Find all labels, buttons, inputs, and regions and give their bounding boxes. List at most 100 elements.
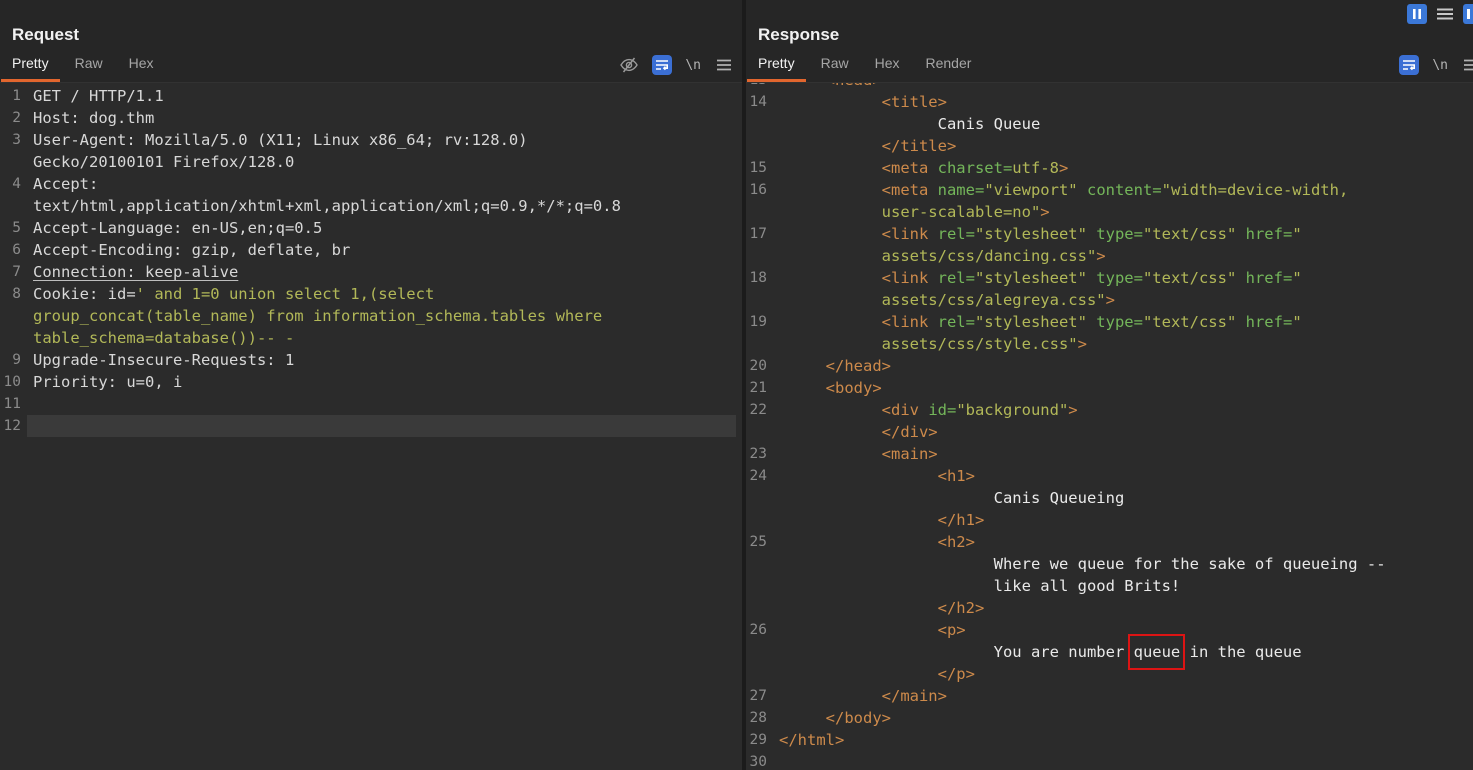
request-editor[interactable]: 1GET / HTTP/1.12Host: dog.thm3User-Agent… — [0, 83, 742, 770]
line-number — [746, 421, 773, 443]
code-segment: Accept: — [33, 175, 98, 193]
code-line: Upgrade-Insecure-Requests: 1 — [27, 349, 736, 371]
request-tab-hex[interactable]: Hex — [118, 52, 165, 82]
line-number — [746, 663, 773, 685]
line-number — [0, 151, 27, 173]
code-row: 25 <h2> — [746, 531, 1473, 553]
code-row: 15 <meta charset=utf-8> — [746, 157, 1473, 179]
code-segment: <link — [779, 313, 938, 331]
response-tabs: PrettyRawHexRender — [747, 52, 982, 82]
line-number: 13 — [746, 83, 773, 91]
code-segment: </h1> — [779, 511, 984, 529]
code-segment: Host: dog.thm — [33, 109, 154, 127]
newline-toggle[interactable]: \n — [1432, 58, 1448, 73]
line-number — [0, 305, 27, 327]
code-segment: ' and 1=0 union select 1,(select — [136, 285, 435, 303]
window-controls — [1407, 4, 1473, 24]
response-tab-pretty[interactable]: Pretty — [747, 52, 806, 82]
word-wrap-icon[interactable] — [1399, 55, 1419, 75]
code-segment: "background" — [956, 401, 1068, 419]
code-line: Accept-Encoding: gzip, deflate, br — [27, 239, 736, 261]
code-segment: "text/css" — [1143, 269, 1236, 287]
code-line: Canis Queue — [773, 113, 1467, 135]
intercept-pause-icon[interactable] — [1407, 4, 1427, 24]
code-segment: " — [1292, 225, 1301, 243]
response-tab-render[interactable]: Render — [915, 52, 983, 82]
code-line: </main> — [773, 685, 1467, 707]
code-line: Priority: u=0, i — [27, 371, 736, 393]
code-line: assets/css/dancing.css"> — [773, 245, 1467, 267]
code-line: Host: dog.thm — [27, 107, 736, 129]
request-toolbar: \n — [619, 55, 734, 75]
code-segment: type= — [1096, 269, 1143, 287]
line-number — [746, 575, 773, 597]
menu-icon[interactable] — [1461, 55, 1473, 75]
code-segment: assets/css/style.css" — [779, 335, 1078, 353]
code-line: </head> — [773, 355, 1467, 377]
code-segment: <head> — [779, 83, 882, 89]
code-segment: utf-8 — [1012, 159, 1059, 177]
line-number: 23 — [746, 443, 773, 465]
menu-icon[interactable] — [714, 55, 734, 75]
code-row: group_concat(table_name) from informatio… — [0, 305, 742, 327]
code-segment: </body> — [779, 709, 891, 727]
code-segment: table_schema=database())-- - — [33, 329, 294, 347]
code-row: user-scalable=no"> — [746, 201, 1473, 223]
code-row: Gecko/20100101 Firefox/128.0 — [0, 151, 742, 173]
clipped-toolbar-icon[interactable] — [1463, 4, 1473, 24]
code-line: <head> — [773, 83, 1467, 91]
code-row: 21 <body> — [746, 377, 1473, 399]
code-segment: charset= — [938, 159, 1013, 177]
line-number: 5 — [0, 217, 27, 239]
newline-toggle[interactable]: \n — [685, 58, 701, 73]
code-segment: <body> — [779, 379, 882, 397]
line-number: 11 — [0, 393, 27, 415]
code-line: </h2> — [773, 597, 1467, 619]
code-line: like all good Brits! — [773, 575, 1467, 597]
code-segment: id= — [928, 401, 956, 419]
line-number — [746, 333, 773, 355]
line-number: 9 — [0, 349, 27, 371]
code-line: <main> — [773, 443, 1467, 465]
code-segment: text/html,application/xhtml+xml,applicat… — [33, 197, 621, 215]
code-segment: > — [1078, 335, 1087, 353]
line-number: 3 — [0, 129, 27, 151]
code-segment — [1236, 269, 1245, 287]
response-tab-hex[interactable]: Hex — [864, 52, 911, 82]
hide-eye-icon[interactable] — [619, 55, 639, 75]
response-editor[interactable]: 13 <head>14 <title> Canis Queue </title>… — [746, 83, 1473, 770]
code-segment: "viewport" — [984, 181, 1077, 199]
line-number: 16 — [746, 179, 773, 201]
line-number: 18 — [746, 267, 773, 289]
request-tab-raw[interactable]: Raw — [64, 52, 114, 82]
line-number: 24 — [746, 465, 773, 487]
code-row: 10Priority: u=0, i — [0, 371, 742, 393]
red-highlight-box: queue — [1134, 643, 1181, 661]
code-row: 24 <h1> — [746, 465, 1473, 487]
code-segment: Gecko/20100101 Firefox/128.0 — [33, 153, 294, 171]
code-segment: "text/css" — [1143, 225, 1236, 243]
line-number: 19 — [746, 311, 773, 333]
word-wrap-icon[interactable] — [652, 55, 672, 75]
code-segment: <meta — [779, 159, 938, 177]
layout-menu-icon[interactable] — [1435, 4, 1455, 24]
code-row: </h1> — [746, 509, 1473, 531]
code-row: 18 <link rel="stylesheet" type="text/css… — [746, 267, 1473, 289]
response-tab-raw[interactable]: Raw — [810, 52, 860, 82]
code-segment — [1078, 181, 1087, 199]
line-number: 29 — [746, 729, 773, 751]
request-tab-pretty[interactable]: Pretty — [1, 52, 60, 82]
code-row: text/html,application/xhtml+xml,applicat… — [0, 195, 742, 217]
code-segment — [1087, 225, 1096, 243]
code-line: Connection: keep-alive — [27, 261, 736, 283]
code-row: Where we queue for the sake of queueing … — [746, 553, 1473, 575]
line-number — [746, 641, 773, 663]
code-segment: " — [1292, 313, 1301, 331]
code-line: User-Agent: Mozilla/5.0 (X11; Linux x86_… — [27, 129, 736, 151]
code-row: 13 <head> — [746, 83, 1473, 91]
code-line: You are number queue in the queue — [773, 641, 1467, 663]
line-number — [746, 245, 773, 267]
response-header: Response PrettyRawHexRender \n — [746, 0, 1473, 83]
code-row: 9Upgrade-Insecure-Requests: 1 — [0, 349, 742, 371]
code-row: 23 <main> — [746, 443, 1473, 465]
